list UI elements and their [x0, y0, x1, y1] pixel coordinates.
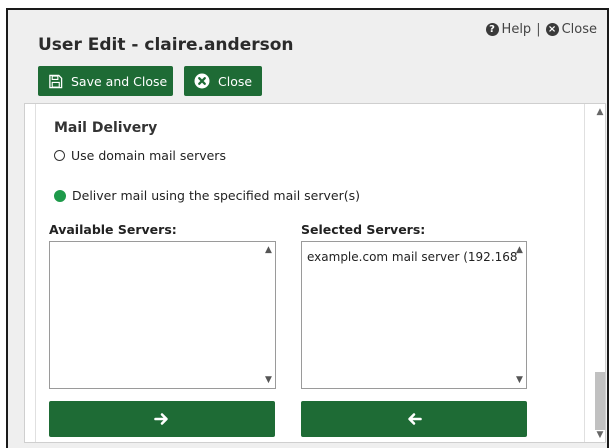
scroll-down-icon[interactable]: ▼: [595, 430, 605, 440]
link-separator: |: [536, 22, 541, 37]
mail-delivery-section: Mail Delivery Use domain mail servers De…: [35, 104, 585, 442]
scroll-thumb[interactable]: [595, 372, 605, 430]
close-circle-icon: ×: [545, 23, 559, 36]
help-link-label: Help: [501, 22, 532, 37]
available-servers-label: Available Servers:: [49, 222, 177, 237]
close-link-label: Close: [561, 22, 597, 37]
close-link[interactable]: × Close: [545, 22, 597, 37]
section-title: Mail Delivery: [54, 120, 158, 136]
save-and-close-button[interactable]: Save and Close: [38, 66, 173, 96]
close-circle-icon: [194, 73, 210, 89]
top-links: ? Help | × Close: [485, 22, 597, 37]
scroll-up-icon[interactable]: ▲: [595, 107, 605, 117]
add-server-button[interactable]: [49, 401, 275, 437]
list-item[interactable]: example.com mail server (192.168.: [307, 250, 517, 264]
dialog-title: User Edit - claire.anderson: [38, 35, 294, 55]
radio-label: Use domain mail servers: [71, 148, 226, 163]
list-scroll-down-icon[interactable]: ▼: [515, 376, 524, 385]
toolbar: Save and Close Close: [38, 66, 262, 96]
list-scroll-up-icon[interactable]: ▲: [515, 246, 524, 255]
remove-server-button[interactable]: [301, 401, 527, 437]
help-link[interactable]: ? Help: [485, 22, 532, 37]
arrow-right-icon: [154, 413, 168, 425]
selected-servers-label: Selected Servers:: [301, 222, 426, 237]
close-button-label: Close: [218, 73, 253, 89]
selected-servers-list[interactable]: example.com mail server (192.168. ▲ ▼: [301, 241, 527, 389]
user-edit-dialog: User Edit - claire.anderson ? Help | × C…: [6, 8, 609, 448]
list-scroll-down-icon[interactable]: ▼: [264, 376, 273, 385]
radio-label: Deliver mail using the specified mail se…: [72, 188, 360, 203]
scroll-panel: Mail Delivery Use domain mail servers De…: [24, 103, 606, 443]
list-scroll-up-icon[interactable]: ▲: [264, 246, 273, 255]
radio-unchecked-icon[interactable]: [54, 150, 65, 161]
save-and-close-label: Save and Close: [71, 73, 168, 89]
available-servers-list[interactable]: ▲ ▼: [49, 241, 276, 389]
radio-specified-servers[interactable]: Deliver mail using the specified mail se…: [54, 188, 360, 203]
question-circle-icon: ?: [485, 23, 499, 36]
panel-scrollbar[interactable]: ▲ ▼: [595, 104, 605, 442]
floppy-disk-icon: [49, 74, 63, 88]
radio-checked-icon[interactable]: [54, 189, 66, 202]
close-button[interactable]: Close: [184, 66, 262, 96]
radio-use-domain-servers[interactable]: Use domain mail servers: [54, 148, 226, 163]
arrow-left-icon: [408, 413, 422, 425]
